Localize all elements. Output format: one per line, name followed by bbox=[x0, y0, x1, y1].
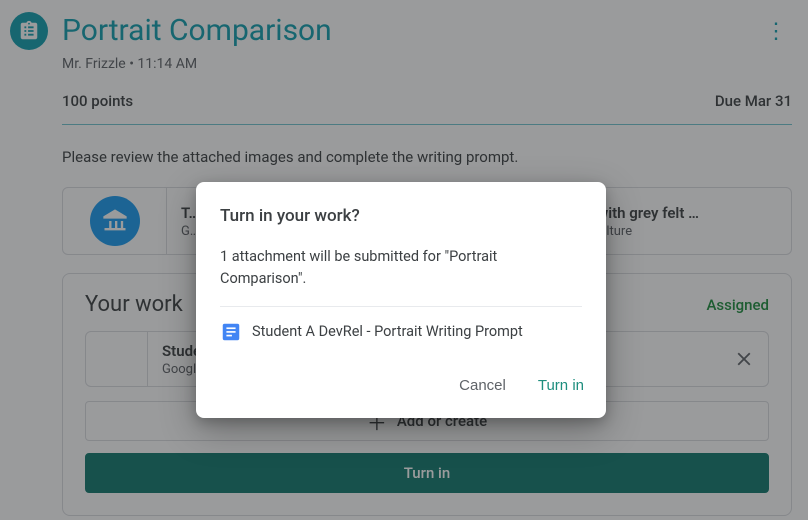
dialog-title: Turn in your work? bbox=[196, 206, 606, 226]
turn-in-dialog: Turn in your work? 1 attachment will be … bbox=[196, 182, 606, 418]
dialog-message: 1 attachment will be submitted for "Port… bbox=[196, 246, 606, 290]
dialog-file-name: Student A DevRel - Portrait Writing Prom… bbox=[252, 323, 523, 340]
dialog-file-row: Student A DevRel - Portrait Writing Prom… bbox=[196, 307, 606, 357]
cancel-button[interactable]: Cancel bbox=[455, 371, 510, 400]
docs-icon bbox=[220, 321, 242, 343]
confirm-turn-in-button[interactable]: Turn in bbox=[534, 371, 588, 400]
